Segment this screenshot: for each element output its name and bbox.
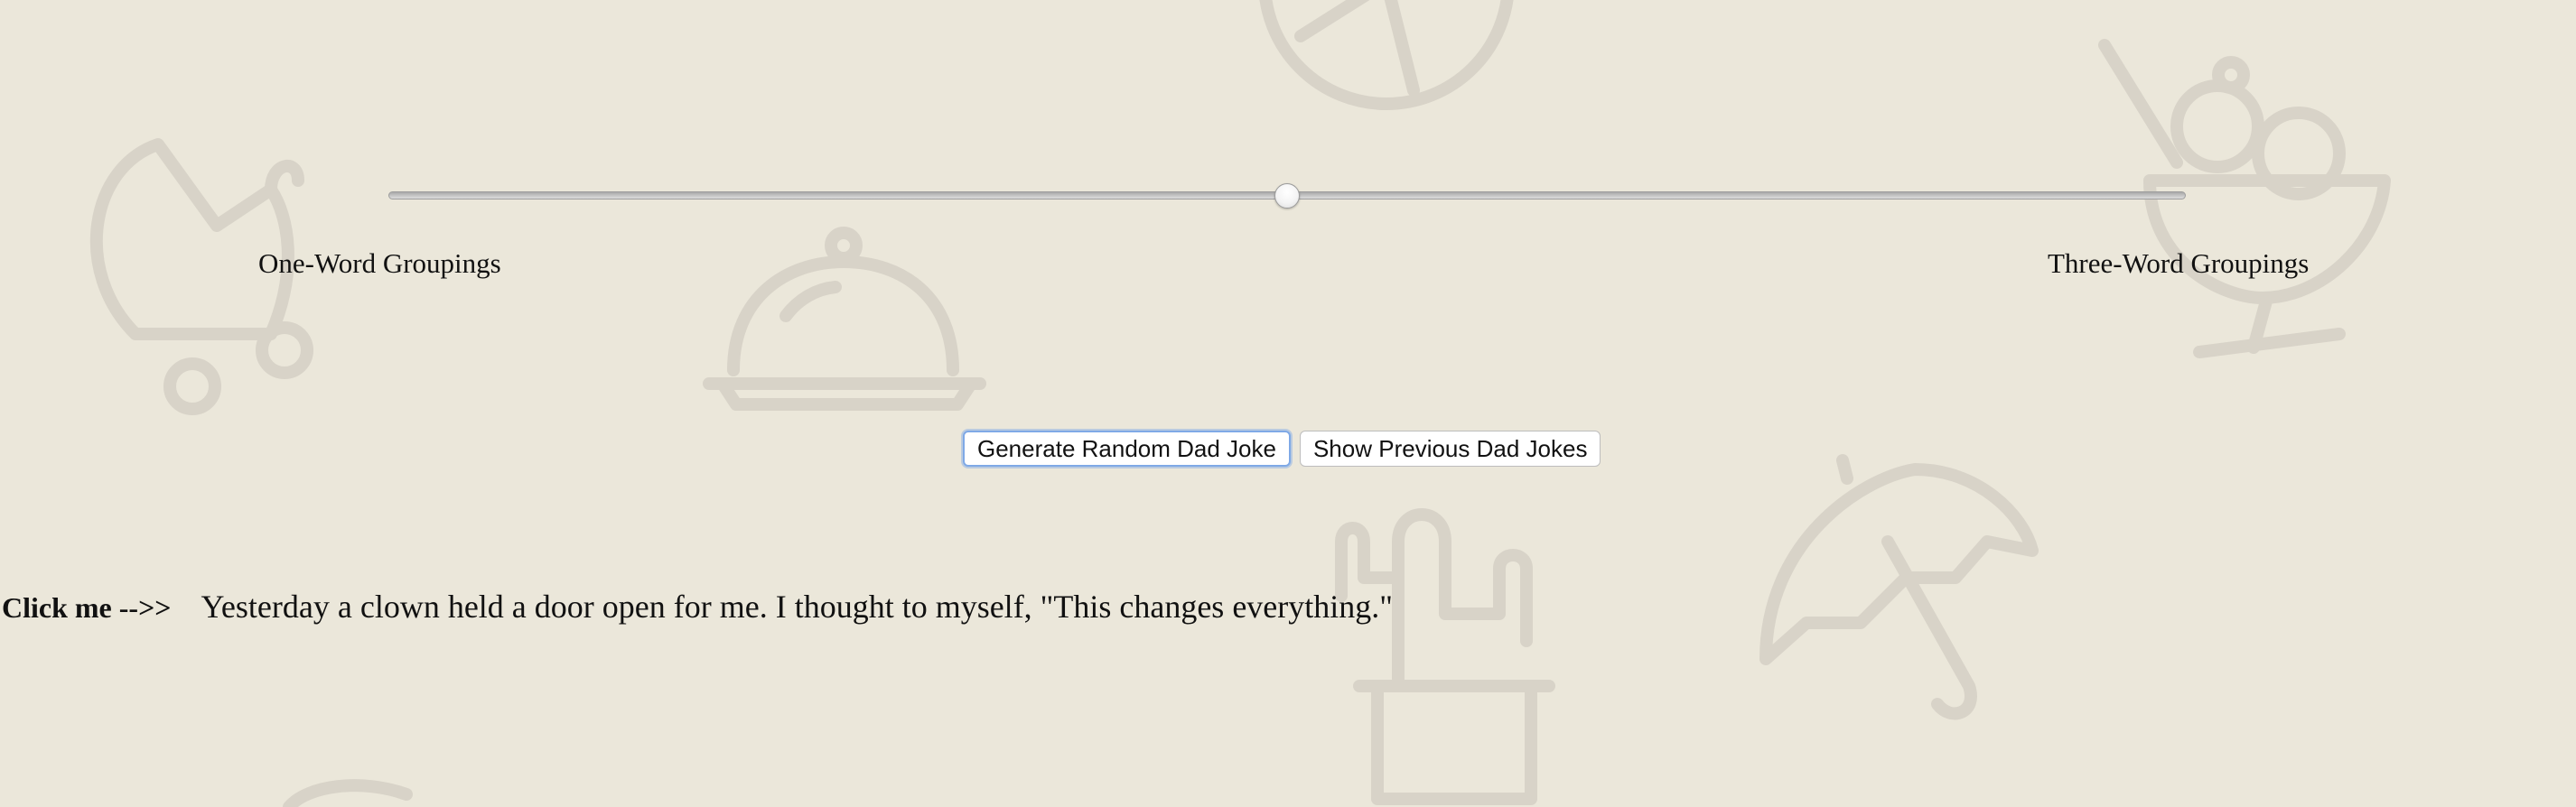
slider-max-label: Three-Word Groupings [2048, 247, 2310, 279]
action-buttons: Generate Random Dad Joke Show Previous D… [963, 431, 1601, 467]
joke-text: Yesterday a clown held a door open for m… [201, 589, 1393, 625]
click-me-link[interactable]: Click me -->> [2, 591, 172, 625]
slider-thumb[interactable] [1274, 183, 1300, 209]
joke-row: Click me -->> Yesterday a clown held a d… [0, 588, 1393, 626]
show-previous-jokes-button[interactable]: Show Previous Dad Jokes [1299, 431, 1601, 467]
umbrella-icon [1759, 454, 2039, 720]
cactus-icon [1335, 508, 1555, 805]
generate-joke-button[interactable]: Generate Random Dad Joke [963, 431, 1291, 467]
background-doodles [89, 0, 2391, 807]
pizza-icon [1259, 0, 1514, 110]
cloche-icon [703, 227, 986, 411]
partial-doodle-icon [283, 779, 413, 807]
slider-min-label: One-Word Groupings [258, 247, 501, 279]
